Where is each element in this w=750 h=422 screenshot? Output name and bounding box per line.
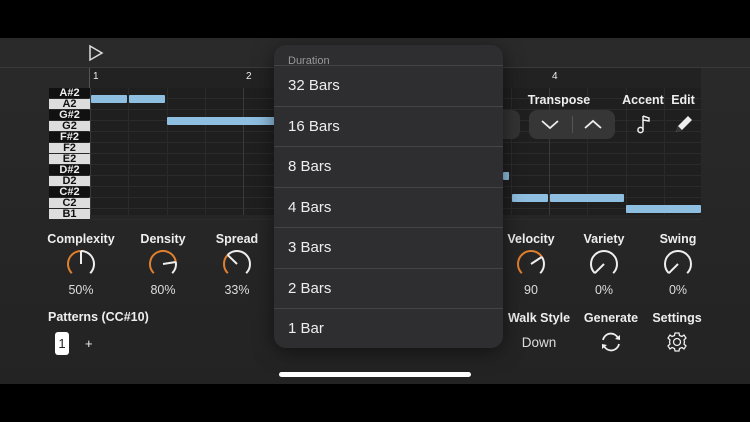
knob-density[interactable] (147, 248, 179, 280)
duration-option[interactable]: 16 Bars (274, 105, 503, 146)
knob-spread[interactable] (221, 248, 253, 280)
piano-key[interactable]: E2 (49, 154, 90, 164)
duration-option[interactable]: 32 Bars (274, 65, 503, 105)
knob-value: 33% (224, 283, 250, 297)
duration-option[interactable]: 1 Bar (274, 308, 503, 348)
edit-label: Edit (671, 93, 695, 107)
note[interactable] (503, 172, 509, 180)
piano-key[interactable]: G2 (49, 121, 90, 131)
piano-key[interactable]: C2 (49, 198, 90, 208)
note[interactable] (167, 117, 277, 125)
piano-key[interactable]: D2 (49, 176, 90, 186)
bar-number: 1 (93, 71, 99, 82)
piano-key[interactable]: C#2 (49, 187, 90, 197)
bar-number: 2 (246, 71, 252, 82)
knob-label: Velocity (507, 232, 555, 246)
piano-key[interactable]: B1 (49, 209, 90, 219)
duration-popup-menu: Duration 32 Bars 16 Bars 8 Bars 4 Bars 3 Bar… (274, 45, 503, 348)
knob-label: Complexity (47, 232, 115, 246)
transpose-down-button[interactable] (529, 110, 572, 139)
knob-label: Density (140, 232, 186, 246)
gear-icon[interactable] (666, 331, 688, 353)
pattern-1-button[interactable]: 1 (55, 332, 69, 355)
knob-label: Swing (659, 232, 697, 246)
duration-option[interactable]: 2 Bars (274, 267, 503, 308)
patterns-label: Patterns (CC#10) (48, 310, 149, 324)
play-icon[interactable] (88, 44, 104, 62)
walk-style-value[interactable]: Down (499, 335, 579, 350)
piano-key[interactable]: F2 (49, 143, 90, 153)
music-note-icon[interactable] (634, 113, 654, 135)
pencil-icon[interactable] (672, 113, 694, 135)
knob-swing[interactable] (662, 248, 694, 280)
duration-option[interactable]: 8 Bars (274, 146, 503, 186)
duration-option[interactable]: 4 Bars (274, 186, 503, 227)
transpose-control (529, 110, 615, 139)
knob-velocity[interactable] (515, 248, 547, 280)
add-pattern-button[interactable]: + (85, 336, 93, 351)
transpose-label: Transpose (527, 93, 591, 107)
note[interactable] (626, 205, 701, 213)
note[interactable] (550, 194, 624, 202)
knob-value: 0% (594, 283, 614, 297)
knob-value: 50% (68, 283, 94, 297)
knob-variety[interactable] (588, 248, 620, 280)
note[interactable] (129, 95, 165, 103)
bar-number: 4 (552, 71, 558, 82)
walk-style-label: Walk Style (507, 311, 571, 325)
knob-label: Variety (583, 232, 625, 246)
settings-label: Settings (652, 311, 702, 325)
transpose-up-button[interactable] (572, 110, 615, 139)
knob-complexity[interactable] (65, 248, 97, 280)
note[interactable] (91, 95, 127, 103)
knob-value: 80% (150, 283, 176, 297)
knob-value: 0% (668, 283, 688, 297)
note[interactable] (512, 194, 548, 202)
piano-key[interactable]: D#2 (49, 165, 90, 175)
piano-key[interactable]: A2 (49, 99, 90, 109)
piano-key[interactable]: G#2 (49, 110, 90, 120)
piano-key[interactable]: A#2 (49, 88, 90, 98)
refresh-icon[interactable] (599, 331, 623, 353)
knob-label: Spread (215, 232, 259, 246)
piano-key[interactable]: F#2 (49, 132, 90, 142)
duration-option[interactable]: 3 Bars (274, 227, 503, 267)
home-indicator[interactable] (279, 372, 471, 377)
knob-value: 90 (524, 283, 538, 297)
